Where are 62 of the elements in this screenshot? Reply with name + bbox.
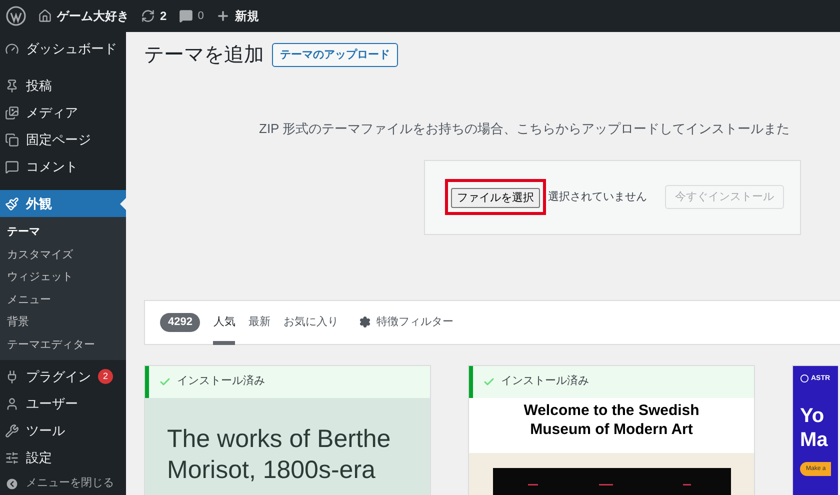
sidebar-item[interactable]: ダッシュボード [0,35,126,62]
filter-tab[interactable]: 人気 [213,300,236,344]
wrench-icon [5,424,19,438]
feature-filter-link[interactable]: 特徴フィルター [359,314,454,330]
upload-description: ZIP 形式のテーマファイルをお持ちの場合、こちらからアップロードしてインストールまた [259,120,791,138]
preview-heading: The works of Berthe [167,424,392,454]
sidebar-item[interactable]: コメント [0,153,126,180]
comment-icon [5,160,19,174]
collapse-icon [5,476,19,490]
wordpress-logo-icon[interactable] [6,6,26,26]
filter-tab[interactable]: お気に入り [283,300,338,344]
check-icon [159,376,171,388]
sidebar-item[interactable]: 固定ページ [0,126,126,153]
collapse-menu-link[interactable]: メニューを閉じる [0,472,126,495]
submenu-item[interactable]: カスタマイズ [0,244,126,266]
site-name-link[interactable]: ゲーム大好き [38,7,129,25]
sidebar-item[interactable]: ツール [0,417,126,444]
new-link[interactable]: 新規 [216,7,259,25]
comments-link[interactable]: 0 [178,8,204,24]
filter-tab[interactable]: 最新 [248,300,270,344]
images-icon [5,106,19,120]
sidebar-item[interactable]: 設定 [0,444,126,471]
upload-theme-button[interactable]: テーマのアップロード [272,43,398,67]
refresh-icon [141,9,155,23]
theme-card[interactable]: インストール済み The works of Berthe Morisot, 1800s-era [144,364,431,495]
theme-count-badge: 4292 [160,312,200,332]
user-icon [5,396,19,410]
submenu-item[interactable]: テーマエディター [0,334,126,356]
preview-heading: Welcome to the Swedish Museum of Modern Art [522,400,700,440]
gauge-icon [5,42,19,56]
gear-icon [359,316,372,328]
plug-icon [5,370,19,384]
home-icon [38,9,52,23]
count-badge: 2 [98,369,113,384]
plus-icon [216,9,230,23]
pin-icon [5,78,19,92]
choose-file-button[interactable]: ファイルを選択 [451,188,540,208]
preview-heading: Ma [800,428,829,452]
preview-heading: Yo [800,404,826,428]
page-title: テーマを追加 [144,43,264,68]
sidebar-item[interactable]: プラグイン 2 [0,363,126,390]
sidebar-item[interactable]: 投稿 [0,72,126,99]
submenu-item[interactable]: 背景 [0,311,126,334]
submenu-item[interactable]: テーマ [0,221,126,244]
submenu-item[interactable]: ウィジェット [0,266,126,288]
pages-icon [5,132,19,146]
sliders-icon [5,450,19,464]
sidebar-item[interactable]: ユーザー [0,390,126,417]
logo-icon [800,374,809,384]
paintbrush-icon [5,196,19,210]
installed-notice: インストール済み [469,366,754,398]
file-status-text: 選択されていません [548,190,647,205]
sidebar-item[interactable]: 外観 [0,190,126,217]
check-icon [483,376,495,388]
installed-notice: インストール済み [145,366,430,398]
preview-heading: Morisot, 1800s-era [167,454,376,486]
theme-card[interactable]: インストール済み Welcome to the Swedish Museum of Modern Art [468,364,755,495]
updates-link[interactable]: 2 [141,7,167,25]
submenu-item[interactable]: メニュー [0,288,126,311]
current-menu-pointer [120,198,126,210]
comment-icon [178,9,193,23]
sidebar-item[interactable]: メディア [0,99,126,126]
